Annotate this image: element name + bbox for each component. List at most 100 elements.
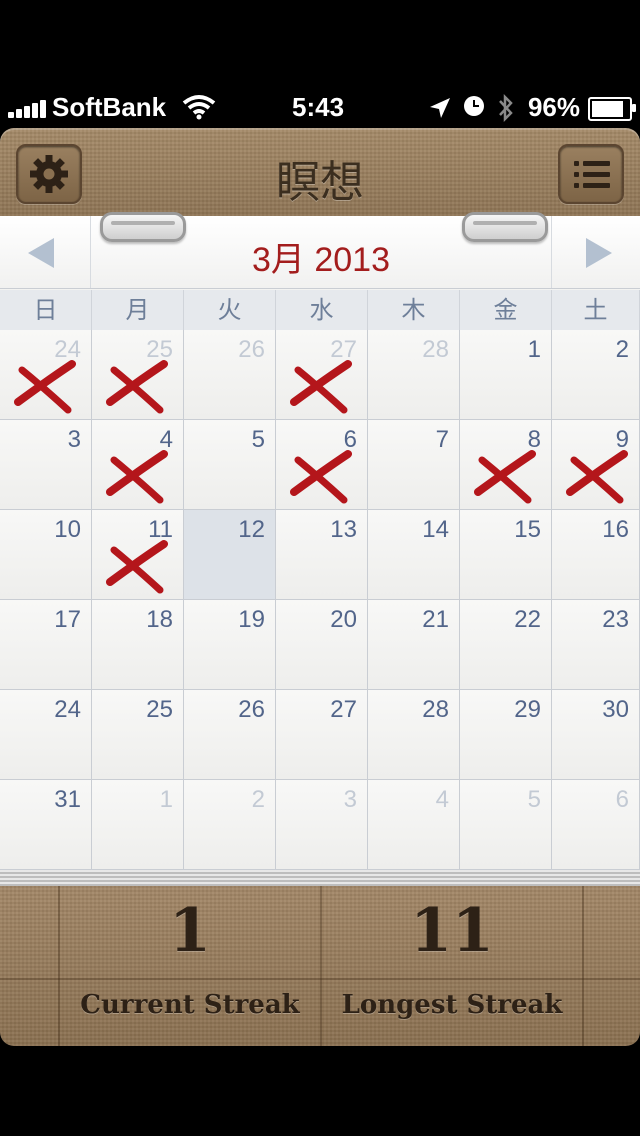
- day-number: 15: [514, 516, 541, 543]
- day-cell[interactable]: 21: [368, 600, 460, 690]
- completed-x-mark-icon: [566, 450, 628, 504]
- day-cell[interactable]: 27: [276, 330, 368, 420]
- status-time: 5:43: [292, 92, 345, 122]
- day-number: 5: [251, 426, 265, 453]
- current-streak: 1 Current Streak: [60, 886, 320, 1046]
- day-number: 13: [330, 516, 357, 543]
- day-cell[interactable]: 14: [368, 510, 460, 600]
- wifi-icon: [182, 95, 216, 120]
- day-cell[interactable]: 8: [460, 420, 552, 510]
- day-number: 27: [330, 696, 357, 723]
- day-cell[interactable]: 2: [552, 330, 640, 420]
- day-cell[interactable]: 3: [0, 420, 92, 510]
- current-streak-label: Current Streak: [80, 990, 300, 1020]
- day-number: 17: [54, 606, 81, 633]
- day-cell[interactable]: 28: [368, 690, 460, 780]
- day-cell[interactable]: 24: [0, 330, 92, 420]
- day-number: 18: [146, 606, 173, 633]
- calendar: 3月 2013 日月火水木金土 24 25 26 27 28 1 2 3 4 5 6 7 8 9 10 11 1…: [0, 212, 640, 886]
- day-number: 19: [238, 606, 265, 633]
- completed-x-mark-icon: [106, 450, 168, 504]
- list-icon: [574, 161, 610, 189]
- prev-month-button[interactable]: [0, 216, 91, 288]
- day-number: 30: [602, 696, 629, 723]
- day-cell[interactable]: 16: [552, 510, 640, 600]
- day-cell[interactable]: 27: [276, 690, 368, 780]
- page-title: 瞑想: [276, 157, 364, 208]
- day-number: 29: [514, 696, 541, 723]
- day-cell[interactable]: 26: [184, 330, 276, 420]
- completed-x-mark-icon: [106, 360, 168, 414]
- completed-x-mark-icon: [106, 540, 168, 594]
- day-cell[interactable]: 15: [460, 510, 552, 600]
- longest-streak: 11 Longest Streak: [322, 886, 582, 1046]
- page-stack: [0, 870, 640, 886]
- day-cell[interactable]: 5: [460, 780, 552, 870]
- day-number: 28: [422, 336, 449, 363]
- day-cell[interactable]: 26: [184, 690, 276, 780]
- day-cell[interactable]: 1: [92, 780, 184, 870]
- day-cell[interactable]: 22: [460, 600, 552, 690]
- day-number: 5: [527, 786, 541, 813]
- day-cell[interactable]: 10: [0, 510, 92, 600]
- weekday-label: 日: [0, 290, 92, 330]
- day-cell[interactable]: 4: [92, 420, 184, 510]
- day-cell[interactable]: 17: [0, 600, 92, 690]
- day-cell[interactable]: 13: [276, 510, 368, 600]
- day-cell[interactable]: 31: [0, 780, 92, 870]
- next-month-button[interactable]: [551, 216, 640, 288]
- paper-clip-left: [100, 212, 186, 242]
- paper-clip-right: [462, 212, 548, 242]
- day-number: 10: [54, 516, 81, 543]
- day-cell[interactable]: 20: [276, 600, 368, 690]
- current-streak-value: 1: [169, 896, 211, 966]
- day-cell[interactable]: 19: [184, 600, 276, 690]
- day-cell[interactable]: 12: [184, 510, 276, 600]
- day-number: 20: [330, 606, 357, 633]
- battery-icon: [588, 97, 636, 121]
- weekday-label: 月: [92, 290, 184, 330]
- day-cell[interactable]: 28: [368, 330, 460, 420]
- streak-footer: 1 Current Streak 11 Longest Streak: [0, 886, 640, 1046]
- day-cell[interactable]: 25: [92, 330, 184, 420]
- day-number: 25: [146, 696, 173, 723]
- weekday-label: 木: [368, 290, 460, 330]
- day-cell[interactable]: 30: [552, 690, 640, 780]
- day-number: 26: [238, 336, 265, 363]
- calendar-grid: 24 25 26 27 28 1 2 3 4 5 6 7 8 9 10 11 12 13 14 15 16 17 18 19 2…: [0, 330, 640, 870]
- divider: [582, 886, 584, 1046]
- day-cell[interactable]: 6: [552, 780, 640, 870]
- day-number: 26: [238, 696, 265, 723]
- day-cell[interactable]: 5: [184, 420, 276, 510]
- weekday-label: 土: [552, 290, 640, 330]
- day-cell[interactable]: 25: [92, 690, 184, 780]
- day-number: 2: [251, 786, 265, 813]
- chevron-right-icon: [586, 238, 612, 268]
- day-number: 3: [67, 426, 81, 453]
- bluetooth-icon: [499, 93, 513, 123]
- weekday-header: 日月火水木金土: [0, 290, 640, 331]
- day-cell[interactable]: 2: [184, 780, 276, 870]
- day-cell[interactable]: 18: [92, 600, 184, 690]
- chevron-left-icon: [28, 238, 54, 268]
- day-number: 3: [343, 786, 357, 813]
- day-cell[interactable]: 3: [276, 780, 368, 870]
- day-cell[interactable]: 23: [552, 600, 640, 690]
- day-cell[interactable]: 11: [92, 510, 184, 600]
- day-cell[interactable]: 1: [460, 330, 552, 420]
- completed-x-mark-icon: [14, 360, 76, 414]
- carrier-label: SoftBank: [52, 92, 167, 122]
- day-cell[interactable]: 6: [276, 420, 368, 510]
- day-cell[interactable]: 29: [460, 690, 552, 780]
- day-number: 16: [602, 516, 629, 543]
- day-number: 21: [422, 606, 449, 633]
- list-button[interactable]: [558, 144, 624, 204]
- day-cell[interactable]: 4: [368, 780, 460, 870]
- day-cell[interactable]: 9: [552, 420, 640, 510]
- completed-x-mark-icon: [474, 450, 536, 504]
- day-cell[interactable]: 24: [0, 690, 92, 780]
- day-number: 23: [602, 606, 629, 633]
- day-number: 4: [435, 786, 449, 813]
- day-cell[interactable]: 7: [368, 420, 460, 510]
- completed-x-mark-icon: [290, 450, 352, 504]
